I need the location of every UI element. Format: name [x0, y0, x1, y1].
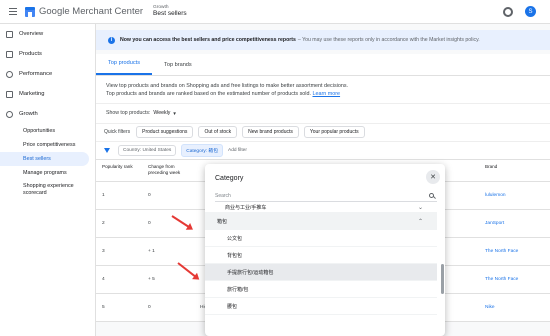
banner-text: – You may use these reports only in acco…: [297, 37, 480, 43]
learn-more-link[interactable]: Learn more: [312, 91, 340, 97]
header-brand[interactable]: Brand: [485, 164, 497, 170]
sidebar-item-performance[interactable]: Performance: [0, 64, 95, 84]
scrollbar[interactable]: [441, 264, 444, 294]
sidebar-item-overview[interactable]: Overview: [0, 24, 95, 44]
breadcrumb: Growth Best sellers: [153, 5, 187, 19]
change-cell: 0: [148, 192, 151, 198]
sidebar-item-price-competitiveness[interactable]: Price competitiveness: [0, 138, 95, 152]
description: View top products and brands on Shopping…: [96, 76, 550, 103]
quick-filters-label: Quick filters: [104, 129, 131, 136]
category-item[interactable]: 腰包: [205, 298, 437, 315]
category-item[interactable]: 公文包: [205, 230, 437, 247]
gear-icon[interactable]: [503, 6, 513, 17]
chip-out-of-stock[interactable]: Out of stock: [198, 126, 238, 139]
add-filter-button[interactable]: Add filter: [228, 148, 247, 153]
filter-bar: Country: United States Category: 箱包 Add …: [96, 140, 550, 159]
dialog-title: Category: [215, 175, 244, 182]
change-cell: + 1: [148, 248, 155, 254]
category-item-expanded[interactable]: 箱包 ⌃: [205, 213, 437, 230]
tab-bar: Top products Top brands: [96, 54, 550, 76]
chevron-up-icon[interactable]: ⌃: [418, 218, 423, 225]
tab-top-products[interactable]: Top products: [96, 60, 153, 75]
period-selector-row: Show top products: Weekly ▼: [96, 102, 550, 123]
brand-cell[interactable]: lululemon: [485, 193, 506, 198]
chevron-down-icon[interactable]: ⌄: [418, 204, 423, 211]
info-icon: i: [108, 36, 115, 44]
description-line-2: Top products and brands are ranked based…: [106, 91, 311, 98]
avatar[interactable]: S: [525, 6, 536, 17]
products-icon: [6, 50, 13, 58]
header-change[interactable]: Change from preceding week: [148, 164, 182, 176]
change-cell: 0: [148, 304, 151, 310]
banner-title: Now you can access the best sellers and …: [120, 37, 296, 43]
brand-cell[interactable]: The North Face: [485, 249, 518, 254]
sidebar: Overview Products Performance Marketing …: [0, 24, 96, 336]
category-item[interactable]: 背包包: [205, 247, 437, 264]
chevron-down-icon[interactable]: ▼: [172, 111, 176, 116]
sidebar-item-growth[interactable]: Growth: [0, 104, 95, 124]
close-icon[interactable]: ✕: [426, 170, 440, 184]
marketing-icon: [6, 90, 13, 98]
rank-cell: 4: [102, 276, 105, 282]
quick-filters: Quick filters Product suggestions Out of…: [96, 122, 550, 141]
sidebar-item-marketing[interactable]: Marketing: [0, 84, 95, 104]
period-label: Show top products:: [106, 110, 151, 117]
category-item[interactable]: 旅行箱/包: [205, 281, 437, 298]
chip-product-suggestions[interactable]: Product suggestions: [136, 126, 194, 139]
sidebar-item-shopping-experience-scorecard[interactable]: Shopping experience scorecard: [0, 180, 95, 200]
merchant-center-logo: [25, 6, 35, 17]
category-dialog: Category ✕ Search 商业与工业/手推车 ⌄ 箱包 ⌃ 公文包 背包包…: [205, 164, 445, 336]
tab-top-brands[interactable]: Top brands: [152, 62, 204, 75]
period-select[interactable]: Weekly: [153, 110, 170, 116]
product-name: Google Merchant Center: [39, 6, 144, 17]
brand-cell[interactable]: JanSport: [485, 221, 504, 226]
change-cell: + 5: [148, 276, 155, 282]
page-title: Best sellers: [153, 10, 187, 18]
filter-chip-country[interactable]: Country: United States: [118, 144, 177, 156]
category-item[interactable]: 商业与工业/手推车 ⌄: [205, 204, 437, 213]
category-item-selected[interactable]: 手提旅行包/运动箱包: [205, 264, 437, 281]
rank-cell: 3: [102, 248, 105, 254]
search-input[interactable]: Search: [215, 190, 437, 202]
info-banner: i Now you can access the best sellers an…: [96, 30, 550, 50]
menu-icon[interactable]: [6, 5, 20, 19]
rank-cell: 1: [102, 192, 105, 198]
rank-cell: 5: [102, 304, 105, 310]
change-cell: 0: [148, 220, 151, 226]
description-line-1: View top products and brands on Shopping…: [106, 83, 349, 89]
chip-new-brand-products[interactable]: New brand products: [242, 126, 299, 139]
rank-cell: 2: [102, 220, 105, 226]
category-list: 商业与工业/手推车 ⌄ 箱包 ⌃ 公文包 背包包 手提旅行包/运动箱包 旅行箱/包 …: [205, 204, 437, 336]
filter-chip-category[interactable]: Category: 箱包: [181, 143, 223, 157]
growth-icon: [6, 110, 13, 118]
sidebar-item-opportunities[interactable]: Opportunities: [0, 124, 95, 138]
sidebar-item-products[interactable]: Products: [0, 44, 95, 64]
brand-cell[interactable]: Nike: [485, 305, 495, 310]
sidebar-item-best-sellers[interactable]: Best sellers: [0, 152, 89, 166]
search-icon: [429, 193, 434, 198]
brand-cell[interactable]: The North Face: [485, 277, 518, 282]
sidebar-item-manage-programs[interactable]: Manage programs: [0, 166, 95, 180]
top-app-bar: Google Merchant Center Growth Best selle…: [0, 0, 550, 24]
performance-icon: [6, 70, 13, 78]
filter-icon[interactable]: [104, 147, 110, 153]
chip-your-popular-products[interactable]: Your popular products: [303, 126, 365, 139]
search-placeholder: Search: [215, 192, 231, 199]
home-icon: [6, 30, 13, 38]
header-rank[interactable]: Popularity rank: [102, 164, 133, 170]
